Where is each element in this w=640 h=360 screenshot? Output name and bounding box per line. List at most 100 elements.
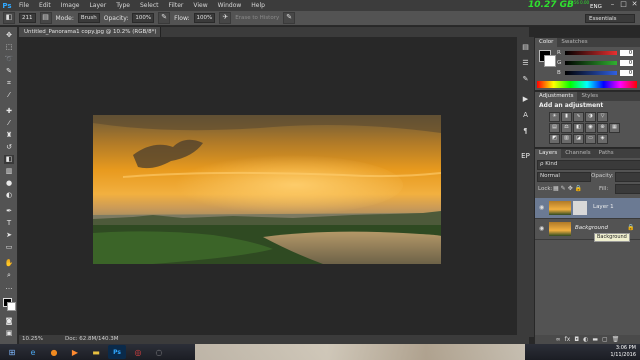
eyedropper-tool-icon[interactable]: ⁄ [4, 91, 14, 100]
blue-value[interactable]: 0 [620, 69, 633, 76]
threshold-icon[interactable]: ◪ [573, 134, 584, 144]
menu-filter[interactable]: Filter [164, 0, 189, 11]
layer-mask-thumbnail[interactable] [573, 201, 587, 215]
healing-tool-icon[interactable]: ✚ [4, 107, 14, 116]
type-tool-icon[interactable]: T [4, 219, 14, 228]
extension-panel-icon[interactable]: EP [517, 150, 534, 162]
menu-view[interactable]: View [188, 0, 212, 11]
opacity-input[interactable]: 100% [132, 13, 155, 23]
pressure-opacity-icon[interactable]: ✎ [158, 12, 171, 24]
photo-filter-icon[interactable]: ◉ [585, 123, 596, 133]
system-clock[interactable]: 3:06 PM 1/11/2016 [610, 345, 636, 359]
red-value[interactable]: 0 [620, 49, 633, 56]
layer-row-layer-1[interactable]: ◉ Layer 1 [535, 198, 640, 219]
layer-name[interactable]: Layer 1 [593, 204, 614, 210]
black-white-icon[interactable]: ◧ [573, 123, 584, 133]
channel-mixer-icon[interactable]: ⊕ [597, 123, 608, 133]
clone-stamp-tool-icon[interactable]: ♜ [4, 131, 14, 140]
quick-mask-icon[interactable]: ◙ [4, 317, 14, 326]
menu-window[interactable]: Window [213, 0, 247, 11]
color-balance-icon[interactable]: ⚖ [561, 123, 572, 133]
ie-icon[interactable]: e [24, 345, 42, 359]
exposure-icon[interactable]: ◑ [585, 112, 596, 122]
dodge-tool-icon[interactable]: ◐ [4, 191, 14, 200]
eye-icon[interactable]: ◉ [539, 225, 546, 232]
green-track[interactable] [565, 60, 617, 65]
tab-layers[interactable]: Layers [535, 149, 562, 158]
quick-select-tool-icon[interactable]: ✎ [4, 67, 14, 76]
explorer-icon[interactable]: ▬ [87, 345, 105, 359]
document-image[interactable] [93, 115, 441, 264]
brush-size-picker[interactable]: 211 [19, 13, 36, 23]
photoshop-logo-icon[interactable]: Ps [0, 0, 14, 11]
paragraph-panel-icon[interactable]: ¶ [520, 127, 531, 136]
zoom-tool-icon[interactable]: ⌕ [4, 271, 14, 280]
color-spectrum-bar[interactable] [537, 81, 637, 88]
gradient-map-icon[interactable]: ▭ [585, 134, 596, 144]
history-panel-icon[interactable]: ▤ [520, 43, 531, 52]
layer-name[interactable]: Background [575, 225, 608, 231]
maximize-icon[interactable]: □ [620, 1, 627, 8]
eraser-tool-icon[interactable]: ◧ [4, 155, 14, 164]
red-track[interactable] [565, 50, 617, 55]
document-size[interactable]: Doc: 62.8M/140.3M [65, 335, 119, 344]
document-tab[interactable]: Untitled_Panorama1 copy.jpg @ 10.2% (RGB… [19, 27, 161, 45]
green-value[interactable]: 0 [620, 59, 633, 66]
pressure-size-icon[interactable]: ✎ [283, 12, 296, 24]
gradient-tool-icon[interactable]: ▥ [4, 167, 14, 176]
language-indicator[interactable]: ENG [590, 4, 602, 10]
menu-type[interactable]: Type [111, 0, 135, 11]
shape-tool-icon[interactable]: ▭ [4, 243, 14, 252]
menu-help[interactable]: Help [246, 0, 270, 11]
pen-tool-icon[interactable]: ✒ [4, 207, 14, 216]
menu-select[interactable]: Select [135, 0, 164, 11]
firefox-icon[interactable]: ● [45, 345, 63, 359]
tab-swatches[interactable]: Swatches [557, 38, 591, 47]
close-icon[interactable]: ✕ [631, 1, 638, 8]
blend-mode-select[interactable]: Normal [537, 172, 591, 182]
green-slider[interactable]: G 0 [557, 59, 639, 66]
posterize-icon[interactable]: ▥ [561, 134, 572, 144]
tab-paths[interactable]: Paths [595, 149, 618, 158]
menu-file[interactable]: File [14, 0, 34, 11]
background-color-swatch[interactable] [7, 302, 16, 311]
menu-edit[interactable]: Edit [34, 0, 56, 11]
edge-icon[interactable]: ◌ [150, 345, 168, 359]
brush-presets-icon[interactable]: ✎ [520, 75, 531, 84]
tab-channels[interactable]: Channels [561, 149, 594, 158]
tab-color[interactable]: Color [535, 38, 558, 47]
flow-input[interactable]: 100% [193, 13, 216, 23]
more-tools-icon[interactable]: … [4, 283, 14, 292]
marquee-tool-icon[interactable]: ⬚ [4, 43, 14, 52]
vibrance-icon[interactable]: ▽ [597, 112, 608, 122]
tab-styles[interactable]: Styles [577, 92, 602, 101]
photoshop-icon[interactable]: Ps [108, 345, 126, 359]
levels-icon[interactable]: ▮ [561, 112, 572, 122]
blue-slider[interactable]: B 0 [557, 69, 639, 76]
media-icon[interactable]: ▶ [66, 345, 84, 359]
brush-panel-icon[interactable]: ▤ [39, 12, 52, 24]
layer-filter-select[interactable]: ρ Kind [537, 160, 640, 170]
workspace-select[interactable]: Essentials [585, 14, 635, 23]
hand-tool-icon[interactable]: ✋ [4, 259, 14, 268]
invert-icon[interactable]: ◩ [549, 134, 560, 144]
actions-panel-icon[interactable]: ▶ [520, 95, 531, 104]
blur-tool-icon[interactable]: ● [4, 179, 14, 188]
brush-tool-icon[interactable]: ⁄ [4, 119, 14, 128]
lasso-tool-icon[interactable]: ➰ [4, 55, 14, 64]
character-panel-icon[interactable]: A [520, 111, 531, 120]
tab-adjustments[interactable]: Adjustments [535, 92, 578, 101]
eye-icon[interactable]: ◉ [539, 204, 546, 211]
history-brush-tool-icon[interactable]: ↺ [4, 143, 14, 152]
chrome-icon[interactable]: ◎ [129, 345, 147, 359]
layer-opacity-input[interactable] [615, 172, 640, 182]
move-tool-icon[interactable]: ✥ [4, 31, 14, 40]
menu-layer[interactable]: Layer [84, 0, 111, 11]
path-select-tool-icon[interactable]: ➤ [4, 231, 14, 240]
hue-saturation-icon[interactable]: ▤ [549, 123, 560, 133]
crop-tool-icon[interactable]: ⌗ [4, 79, 14, 88]
curves-icon[interactable]: ∿ [573, 112, 584, 122]
screen-mode-icon[interactable]: ▣ [4, 329, 14, 338]
color-lookup-icon[interactable]: ▦ [609, 123, 620, 133]
selective-color-icon[interactable]: ◈ [597, 134, 608, 144]
